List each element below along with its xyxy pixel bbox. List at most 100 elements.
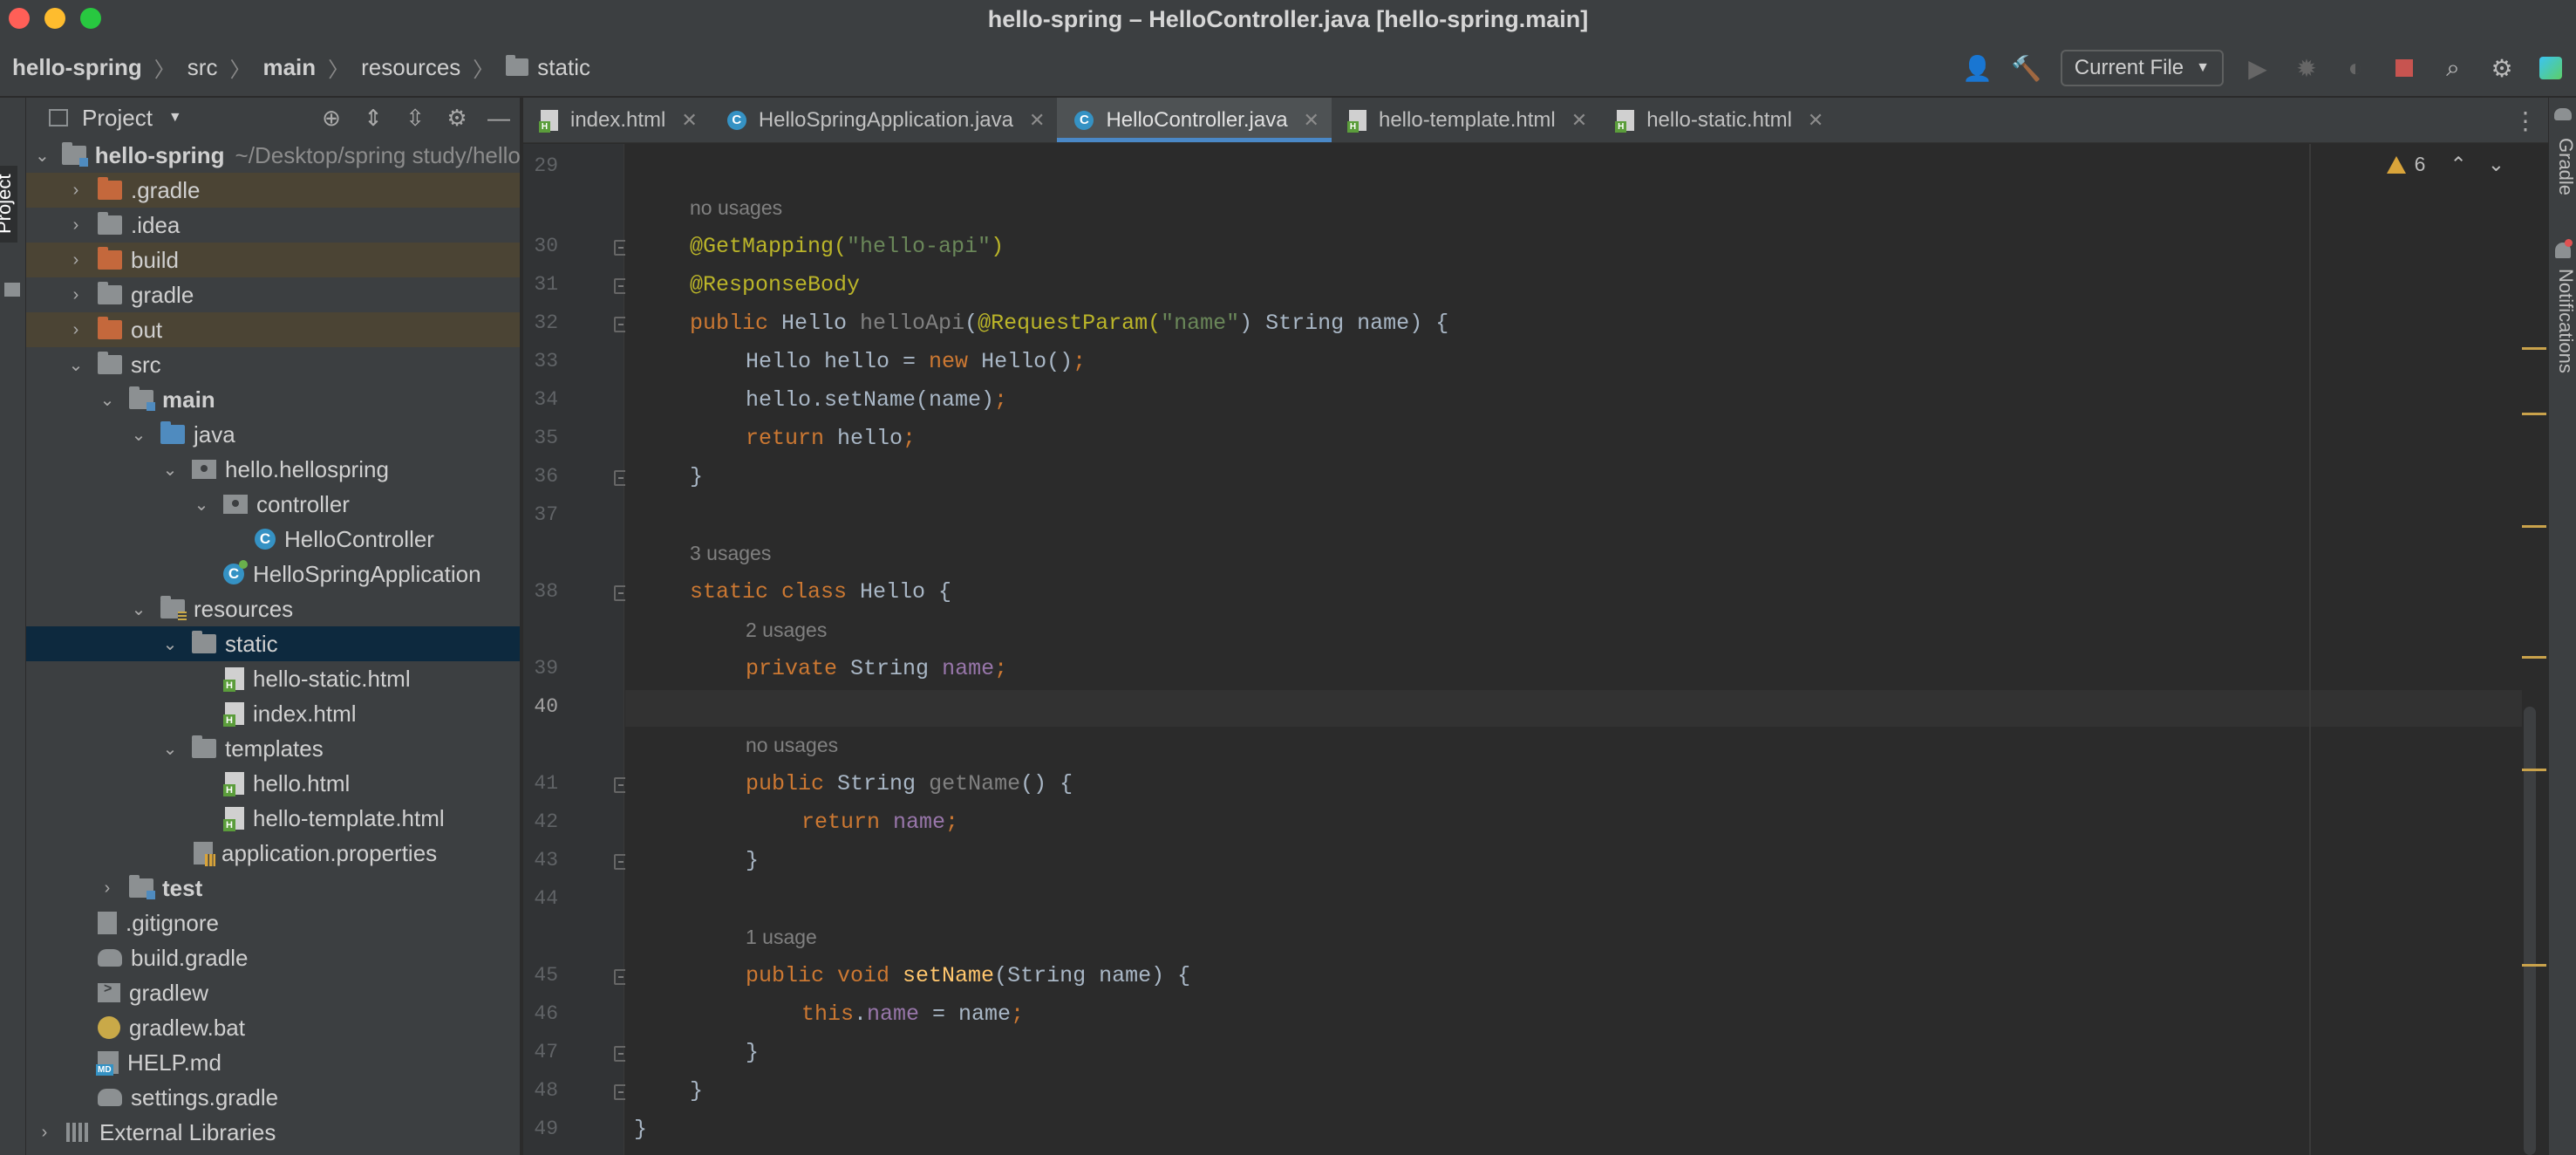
chevron-down-icon[interactable]: ▼ xyxy=(168,110,182,126)
breadcrumb-item[interactable]: resources xyxy=(361,54,460,81)
notifications-tool-window-button[interactable]: Notifications xyxy=(2554,269,2576,373)
usages-hint[interactable]: 2 usages xyxy=(746,619,827,642)
debug-icon[interactable]: ✹ xyxy=(2292,53,2321,83)
tree-item-controller[interactable]: ⌄ controller xyxy=(26,487,520,522)
chevron-down-icon[interactable]: ⌄ xyxy=(129,424,148,446)
run-icon[interactable]: ▶ xyxy=(2243,53,2273,83)
expand-all-icon[interactable]: ⇕ xyxy=(361,105,385,132)
search-icon[interactable]: ⌕ xyxy=(2438,53,2468,83)
close-window-button[interactable] xyxy=(9,8,30,29)
tree-item-resources[interactable]: ⌄ resources xyxy=(26,591,520,626)
close-icon[interactable]: ✕ xyxy=(1029,109,1045,132)
chevron-down-icon[interactable]: ⌄ xyxy=(160,459,180,481)
code-editor[interactable]: 6 ⌃ ⌄ no usages @GetMapping("hello-api")… xyxy=(625,144,2522,1155)
tree-item-java[interactable]: ⌄ java xyxy=(26,417,520,452)
tree-item-gradlew[interactable]: gradlew xyxy=(26,975,520,1010)
tree-item-gitignore[interactable]: .gitignore xyxy=(26,906,520,940)
tree-item-hellospringapplication[interactable]: C HelloSpringApplication xyxy=(26,557,520,591)
warning-marker[interactable] xyxy=(2522,347,2546,350)
warning-marker[interactable] xyxy=(2522,769,2546,771)
tree-item-test[interactable]: › test xyxy=(26,871,520,906)
tree-item-settings-gradle[interactable]: settings.gradle xyxy=(26,1080,520,1115)
chevron-down-icon[interactable]: ⌄ xyxy=(129,598,148,620)
tree-item-gradlew-bat[interactable]: gradlew.bat xyxy=(26,1010,520,1045)
chevron-right-icon[interactable]: › xyxy=(66,215,85,236)
tab-hello-static-html[interactable]: hello-static.html ✕ xyxy=(1599,98,1836,142)
warning-marker[interactable] xyxy=(2522,964,2546,967)
close-icon[interactable]: ✕ xyxy=(1571,109,1587,132)
build-hammer-icon[interactable]: 🔨 xyxy=(2011,53,2041,83)
tree-item-main[interactable]: ⌄ main xyxy=(26,382,520,417)
usages-hint[interactable]: 3 usages xyxy=(690,542,771,565)
tree-item-hello-spring[interactable]: ⌄ hello-spring ~/Desktop/spring study/he… xyxy=(26,138,520,173)
tree-item-hellocontroller[interactable]: C HelloController xyxy=(26,522,520,557)
structure-icon[interactable] xyxy=(4,283,20,297)
collapse-all-icon[interactable]: ⇳ xyxy=(403,105,427,132)
minimize-window-button[interactable] xyxy=(44,8,65,29)
chevron-down-icon[interactable]: ⌄ xyxy=(2488,153,2504,176)
chevron-right-icon[interactable]: › xyxy=(66,285,85,305)
error-stripe[interactable] xyxy=(2522,144,2548,1155)
chevron-up-icon[interactable]: ⌃ xyxy=(2450,153,2466,176)
gear-icon[interactable]: ⚙ xyxy=(2487,53,2517,83)
chevron-down-icon[interactable]: ⌄ xyxy=(192,494,211,516)
warning-marker[interactable] xyxy=(2522,656,2546,659)
tree-item-index-html[interactable]: index.html xyxy=(26,696,520,731)
tree-item-hello-template-html[interactable]: hello-template.html xyxy=(26,801,520,836)
zoom-window-button[interactable] xyxy=(80,8,101,29)
chevron-down-icon[interactable]: ⌄ xyxy=(160,633,180,655)
breadcrumb-item[interactable]: main xyxy=(262,54,316,81)
project-tool-window-button[interactable]: Project xyxy=(0,165,17,243)
tree-item-static[interactable]: ⌄ static xyxy=(26,626,520,661)
gear-icon[interactable]: ⚙ xyxy=(445,105,469,132)
close-icon[interactable]: ✕ xyxy=(1808,109,1823,132)
tab-index-html[interactable]: index.html ✕ xyxy=(523,98,710,142)
gradle-elephant-icon[interactable] xyxy=(2554,108,2572,120)
tree-item-templates[interactable]: ⌄ templates xyxy=(26,731,520,766)
coverage-icon[interactable]: ◐ xyxy=(2341,53,2370,83)
more-vertical-icon[interactable]: ⋮ xyxy=(2513,106,2538,135)
breadcrumb-item[interactable]: src xyxy=(187,54,218,81)
account-icon[interactable]: 👤 xyxy=(1962,53,1993,83)
tree-item-build-gradle[interactable]: build.gradle xyxy=(26,940,520,975)
gradle-tool-window-button[interactable]: Gradle xyxy=(2554,138,2576,195)
hide-icon[interactable]: — xyxy=(487,105,511,132)
chevron-down-icon[interactable]: ⌄ xyxy=(98,389,117,411)
tab-hellocontroller[interactable]: C HelloController.java ✕ xyxy=(1057,98,1332,142)
tree-item-gradle[interactable]: › gradle xyxy=(26,277,520,312)
tree-item-hello-hellospring[interactable]: ⌄ hello.hellospring xyxy=(26,452,520,487)
project-view-title[interactable]: Project xyxy=(82,105,153,132)
tree-item-gradle-dir[interactable]: › .gradle xyxy=(26,173,520,208)
chevron-right-icon[interactable]: › xyxy=(66,181,85,201)
tree-item-src[interactable]: ⌄ src xyxy=(26,347,520,382)
chevron-right-icon[interactable]: › xyxy=(98,878,117,899)
tree-item-external-libraries[interactable]: › External Libraries xyxy=(26,1115,520,1150)
tree-item-help-md[interactable]: HELP.md xyxy=(26,1045,520,1080)
chevron-right-icon[interactable]: › xyxy=(66,320,85,340)
tab-hello-template-html[interactable]: hello-template.html ✕ xyxy=(1332,98,1599,142)
inspections-widget[interactable]: 6 ⌃ ⌄ xyxy=(2386,153,2504,176)
tree-item-hello-html[interactable]: hello.html xyxy=(26,766,520,801)
breadcrumb-item-static[interactable]: static xyxy=(506,54,590,81)
stop-icon[interactable] xyxy=(2389,53,2419,83)
warning-marker[interactable] xyxy=(2522,413,2546,415)
chevron-down-icon[interactable]: ⌄ xyxy=(66,354,85,376)
chevron-down-icon[interactable]: ⌄ xyxy=(160,738,180,760)
tab-hellospringapplication[interactable]: C HelloSpringApplication.java ✕ xyxy=(710,98,1058,142)
ide-logo-icon[interactable] xyxy=(2536,53,2566,83)
editor-gutter[interactable]: 29 30 31 32 33 34 35 36 37 38 39 40 41 4… xyxy=(523,144,628,1155)
tree-item-application-properties[interactable]: application.properties xyxy=(26,836,520,871)
close-icon[interactable]: ✕ xyxy=(1304,109,1319,132)
chevron-right-icon[interactable]: › xyxy=(66,250,85,270)
tree-item-build[interactable]: › build xyxy=(26,243,520,277)
usages-hint[interactable]: no usages xyxy=(690,196,782,220)
breadcrumb-item[interactable]: hello-spring xyxy=(12,54,142,81)
chevron-right-icon[interactable]: › xyxy=(35,1123,54,1143)
warning-marker[interactable] xyxy=(2522,525,2546,528)
editor-scrollbar[interactable] xyxy=(2524,707,2536,1155)
tree-item-out[interactable]: › out xyxy=(26,312,520,347)
tree-item-hello-static-html[interactable]: hello-static.html xyxy=(26,661,520,696)
close-icon[interactable]: ✕ xyxy=(681,109,697,132)
run-configuration-select[interactable]: Current File ▼ xyxy=(2060,50,2224,86)
usages-hint[interactable]: no usages xyxy=(746,734,838,757)
